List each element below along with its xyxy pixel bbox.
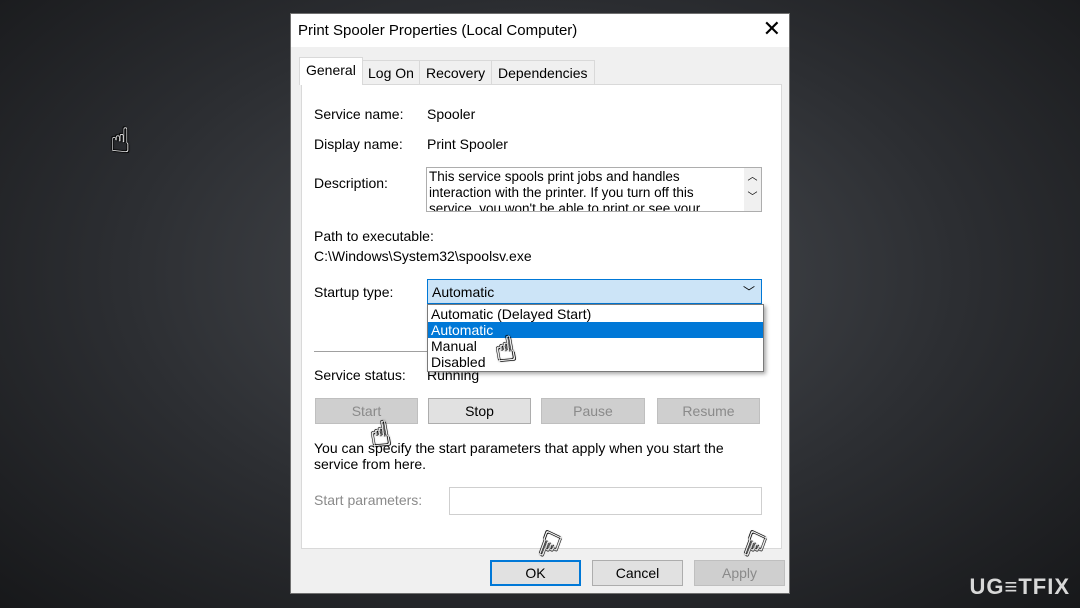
title-bar[interactable]: Print Spooler Properties (Local Computer…	[291, 14, 789, 47]
tab-log-on[interactable]: Log On	[361, 60, 421, 84]
start-params-input[interactable]	[449, 487, 762, 515]
chevron-down-icon[interactable]: ﹀	[743, 283, 755, 300]
display-name-label: Display name:	[314, 136, 403, 152]
general-panel: Service name: Spooler Display name: Prin…	[301, 84, 782, 549]
description-textbox[interactable]: This service spools print jobs and handl…	[426, 167, 762, 212]
hand-pointer-icon: ☝	[110, 121, 131, 161]
path-label: Path to executable:	[314, 228, 434, 244]
option-automatic[interactable]: Automatic	[428, 322, 763, 338]
description-label: Description:	[314, 175, 388, 191]
scroll-up-icon[interactable]: ︿	[744, 168, 761, 188]
cancel-button[interactable]: Cancel	[592, 560, 683, 586]
description-scrollbar[interactable]: ︿ ﹀	[744, 168, 761, 211]
option-disabled[interactable]: Disabled	[428, 354, 763, 370]
service-status-label: Service status:	[314, 367, 406, 383]
start-params-label: Start parameters:	[314, 492, 423, 508]
window-title: Print Spooler Properties (Local Computer…	[298, 22, 578, 39]
apply-button[interactable]: Apply	[694, 560, 785, 586]
service-name-value: Spooler	[427, 106, 476, 122]
startup-type-value: Automatic	[432, 284, 495, 300]
pause-button[interactable]: Pause	[541, 398, 645, 424]
watermark-logo: UG≡TFIX	[969, 574, 1070, 599]
startup-type-dropdown[interactable]: Automatic (Delayed Start) Automatic Manu…	[427, 304, 764, 372]
scroll-down-icon[interactable]: ﹀	[744, 188, 761, 208]
startup-type-label: Startup type:	[314, 284, 394, 300]
startup-type-select[interactable]: Automatic ﹀	[427, 279, 762, 304]
tab-general[interactable]: General	[299, 57, 363, 85]
path-value: C:\Windows\System32\spoolsv.exe	[314, 248, 532, 264]
properties-dialog: Print Spooler Properties (Local Computer…	[290, 13, 790, 594]
service-name-label: Service name:	[314, 106, 404, 122]
description-text: This service spools print jobs and handl…	[429, 169, 701, 212]
close-icon[interactable]: ✕	[763, 16, 781, 42]
stop-button[interactable]: Stop	[428, 398, 531, 424]
tab-dependencies[interactable]: Dependencies	[491, 60, 595, 84]
option-automatic-delayed[interactable]: Automatic (Delayed Start)	[428, 306, 763, 322]
resume-button[interactable]: Resume	[657, 398, 760, 424]
tab-recovery[interactable]: Recovery	[419, 60, 493, 84]
ok-button[interactable]: OK	[490, 560, 581, 586]
display-name-value: Print Spooler	[427, 136, 508, 152]
option-manual[interactable]: Manual	[428, 338, 763, 354]
